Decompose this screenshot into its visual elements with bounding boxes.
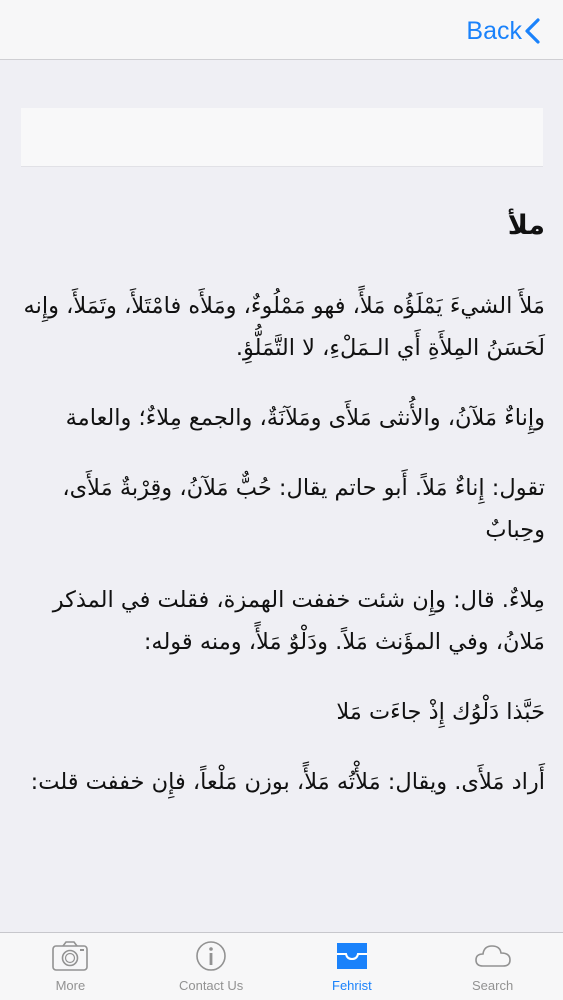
tab-label: Contact Us bbox=[178, 978, 244, 993]
cloud-icon bbox=[474, 945, 511, 967]
tab-label: More bbox=[55, 978, 86, 993]
entry-paragraph: مَلأَ الشيءَ يَمْلَؤُه مَلأً، فهو مَمْلُ… bbox=[23, 293, 546, 361]
info-icon bbox=[196, 941, 226, 971]
entry-paragraph: حَبَّذا دَلْوُك إِذْ جاءَت مَلا bbox=[336, 699, 545, 725]
entry-title: ملأ bbox=[507, 210, 545, 241]
back-button-label: Back bbox=[466, 16, 522, 45]
entry-paragraph: مِلاءٌ. قال: وإِن شئت خففت الهمزة، فقلت … bbox=[52, 587, 545, 655]
camera-icon bbox=[52, 941, 89, 971]
tab-more[interactable]: More bbox=[0, 933, 141, 1000]
chevron-left-icon bbox=[525, 18, 540, 44]
back-button[interactable]: Back bbox=[466, 14, 541, 48]
tab-label: Fehrist bbox=[332, 978, 372, 993]
tab-bar: More Contact Us Fehrist Search bbox=[0, 932, 563, 1000]
entry-paragraph: أَراد مَلأَى. ويقال: مَلأْتُه مَلأً، بوز… bbox=[30, 769, 545, 795]
tab-search[interactable]: Search bbox=[422, 933, 563, 1000]
inbox-tray-icon bbox=[336, 943, 367, 969]
dictionary-entry: ملأ مَلأَ الشيءَ يَمْلَؤُه مَلأً، فهو مَ… bbox=[18, 201, 546, 831]
navigation-bar: Back bbox=[0, 0, 563, 60]
tab-contact-us[interactable]: Contact Us bbox=[141, 933, 282, 1000]
tab-label: Search bbox=[472, 978, 514, 993]
content-area[interactable]: ملأ مَلأَ الشيءَ يَمْلَؤُه مَلأً، فهو مَ… bbox=[0, 61, 563, 931]
tab-fehrist[interactable]: Fehrist bbox=[282, 933, 423, 1000]
blank-search-box[interactable] bbox=[21, 108, 543, 167]
entry-paragraph: وإِناءٌ مَلآنُ، والأُنثى مَلأَى ومَلآنَة… bbox=[65, 405, 545, 431]
entry-paragraph: تقول: إِناءٌ مَلاً. أَبو حاتم يقال: حُبٌ… bbox=[62, 475, 545, 543]
